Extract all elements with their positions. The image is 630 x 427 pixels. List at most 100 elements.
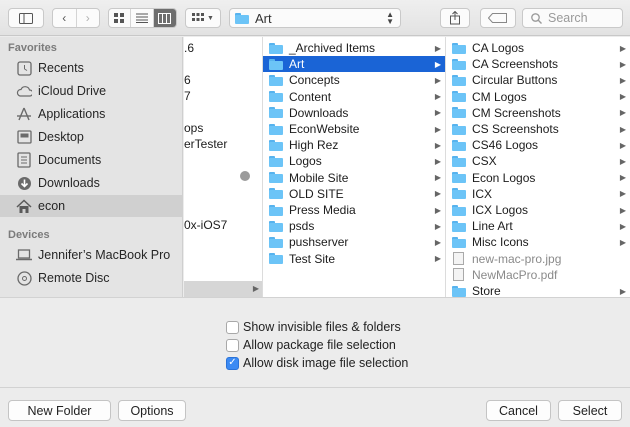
folder-row[interactable]: Downloads ▶ [263, 105, 445, 121]
folder-row[interactable]: Econ Logos ▶ [446, 170, 630, 186]
row-label: CS Screenshots [472, 122, 559, 136]
sidebar-item-desktop[interactable]: Desktop [0, 126, 183, 148]
sidebar-toggle-button[interactable] [8, 8, 44, 28]
folder-row[interactable]: CA Screenshots ▶ [446, 56, 630, 72]
folder-icon [269, 107, 283, 119]
list-view-button[interactable] [131, 9, 154, 27]
folder-icon [269, 58, 283, 70]
sidebar-icon [19, 12, 33, 24]
cancel-button[interactable]: Cancel [486, 400, 551, 421]
folder-icon [452, 139, 466, 151]
new-folder-button[interactable]: New Folder [8, 400, 111, 421]
back-button[interactable]: ‹ [53, 9, 77, 27]
show-invisible-label: Show invisible files & folders [243, 320, 401, 334]
chevron-left-icon: ‹ [62, 11, 67, 25]
allow-disk-image-option[interactable]: ✓ Allow disk image file selection [226, 356, 408, 370]
folder-row[interactable]: ICX Logos ▶ [446, 202, 630, 218]
selected-row-highlight[interactable]: ▶ [184, 281, 262, 297]
folder-row[interactable]: ICX ▶ [446, 186, 630, 202]
folder-row[interactable]: Test Site ▶ [263, 251, 445, 267]
folder-row[interactable]: CA Logos ▶ [446, 40, 630, 56]
row-label: CM Screenshots [472, 105, 561, 120]
disclosure-arrow-icon: ▶ [619, 205, 626, 215]
folder-icon [452, 74, 466, 86]
folder-row[interactable]: pushserver ▶ [263, 234, 445, 250]
sidebar-item-icloud-drive[interactable]: iCloud Drive [0, 80, 183, 102]
disclosure-arrow-icon: ▶ [619, 286, 626, 296]
folder-row[interactable]: Store ▶ [446, 283, 630, 297]
folder-row[interactable]: High Rez ▶ [263, 137, 445, 153]
clock-icon [16, 60, 32, 76]
folder-icon [235, 12, 249, 24]
checkmark-icon: ✓ [228, 357, 237, 368]
sidebar-item-downloads[interactable]: Downloads [0, 172, 183, 194]
folder-row[interactable]: Mobile Site ▶ [263, 170, 445, 186]
path-popup[interactable]: Art ▲ ▼ [229, 8, 401, 28]
row-label: OLD SITE [289, 186, 344, 201]
folder-row[interactable]: Press Media ▶ [263, 202, 445, 218]
path-label: Art [255, 10, 272, 26]
forward-button[interactable]: › [77, 9, 100, 27]
sidebar-item-documents[interactable]: Documents [0, 149, 183, 171]
sidebar-item-macbook-pro[interactable]: Jennifer’s MacBook Pro [0, 244, 183, 266]
options-panel: Show invisible files & folders Allow pac… [0, 297, 630, 387]
list-icon [136, 13, 149, 23]
show-invisible-checkbox[interactable] [226, 320, 239, 334]
row-label: Content [289, 89, 332, 104]
file-row[interactable]: new-mac-pro.jpg [446, 251, 630, 267]
row-label: High Rez [289, 138, 339, 153]
folder-row[interactable]: CS Screenshots ▶ [446, 121, 630, 137]
folder-row[interactable]: Circular Buttons ▶ [446, 72, 630, 88]
list-item[interactable]: ops [184, 120, 203, 136]
row-label: psds [289, 219, 315, 234]
folder-row[interactable]: CM Screenshots ▶ [446, 105, 630, 121]
disclosure-arrow-icon: ▶ [619, 92, 626, 102]
laptop-icon [16, 247, 32, 263]
folder-row[interactable]: Logos ▶ [263, 153, 445, 169]
allow-disk-image-checkbox[interactable]: ✓ [226, 356, 239, 370]
row-label: CS46 Logos [472, 138, 539, 153]
select-button[interactable]: Select [558, 400, 622, 421]
folder-row[interactable]: CSX ▶ [446, 153, 630, 169]
file-row[interactable]: NewMacPro.pdf [446, 267, 630, 283]
grid-icon [114, 12, 125, 23]
search-field[interactable]: Search [522, 8, 623, 28]
folder-row[interactable]: _Archived Items ▶ [263, 40, 445, 56]
group-by-button[interactable]: ▼ [185, 8, 221, 28]
allow-package-checkbox[interactable] [226, 338, 239, 352]
allow-package-option[interactable]: Allow package file selection [226, 338, 396, 352]
list-item[interactable]: 6 [184, 72, 191, 88]
disclosure-arrow-icon: ▶ [434, 124, 441, 134]
folder-row[interactable]: CM Logos ▶ [446, 89, 630, 105]
folder-row[interactable]: OLD SITE ▶ [263, 186, 445, 202]
icon-view-button[interactable] [109, 9, 132, 27]
column-view-button[interactable] [153, 9, 176, 27]
share-button[interactable] [440, 8, 470, 28]
disclosure-arrow-icon: ▶ [434, 254, 441, 264]
folder-row[interactable]: Misc Icons ▶ [446, 234, 630, 250]
folder-row[interactable]: CS46 Logos ▶ [446, 137, 630, 153]
sidebar-item-recents[interactable]: Recents [0, 57, 183, 79]
list-item[interactable]: 0x-iOS7 [184, 217, 227, 233]
sidebar-item-remote-disc[interactable]: Remote Disc [0, 267, 183, 289]
folder-row[interactable]: EconWebsite ▶ [263, 121, 445, 137]
list-item[interactable]: .6 [184, 40, 194, 56]
disclosure-arrow-icon: ▶ [434, 75, 441, 85]
tags-button[interactable] [480, 8, 516, 28]
options-button[interactable]: Options [118, 400, 186, 421]
view-mode-control [108, 8, 177, 28]
folder-icon [269, 253, 283, 265]
folder-row[interactable]: Content ▶ [263, 89, 445, 105]
list-item[interactable]: 7 [184, 88, 191, 104]
folder-row[interactable]: Art ▶ [263, 56, 445, 73]
list-item[interactable]: erTester [184, 136, 227, 152]
show-invisible-option[interactable]: Show invisible files & folders [226, 320, 401, 334]
disclosure-arrow-icon: ▶ [619, 237, 626, 247]
row-label: CSX [472, 154, 497, 169]
sidebar-item-applications[interactable]: Applications [0, 103, 183, 125]
folder-row[interactable]: Concepts ▶ [263, 72, 445, 88]
sidebar-item-econ[interactable]: econ [0, 195, 183, 217]
applications-icon [16, 106, 32, 122]
folder-row[interactable]: psds ▶ [263, 218, 445, 234]
folder-row[interactable]: Line Art ▶ [446, 218, 630, 234]
